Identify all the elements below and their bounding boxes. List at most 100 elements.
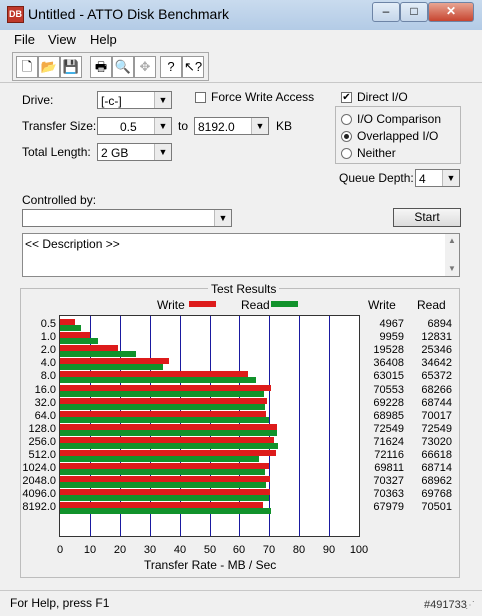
x-tick-label: 20 — [113, 544, 127, 556]
chevron-down-icon: ▼ — [154, 144, 171, 160]
new-icon[interactable]: 🗋 — [16, 56, 38, 78]
column-header-write: Write — [368, 298, 396, 312]
y-category-label: 0.5 — [40, 318, 56, 330]
x-tick-label: 60 — [232, 544, 246, 556]
controlled-by-select[interactable]: ▼ — [22, 209, 232, 227]
legend-read-swatch — [271, 301, 298, 307]
scroll-up-icon[interactable]: ▲ — [448, 236, 456, 245]
x-tick-label: 30 — [143, 544, 157, 556]
read-bar — [60, 469, 265, 476]
read-value: 73020 — [421, 435, 452, 448]
column-header-read: Read — [417, 298, 446, 312]
direct-io-checkbox[interactable]: ✔ — [341, 92, 352, 103]
legend-read-label: Read — [241, 298, 270, 312]
queue-depth-value: 4 — [419, 172, 426, 186]
chevron-down-icon: ▼ — [154, 118, 171, 134]
open-icon[interactable]: 📂 — [38, 56, 60, 78]
overlapped-io-radio[interactable] — [341, 131, 352, 142]
menu-view[interactable]: View — [48, 32, 76, 47]
description-box[interactable]: << Description >> ▲ ▼ — [22, 233, 460, 277]
gridline — [329, 316, 330, 536]
print-icon[interactable]: 🖶 — [90, 56, 112, 78]
read-value: 68714 — [421, 462, 452, 475]
x-tick-label: 100 — [349, 544, 369, 556]
write-value: 63015 — [373, 370, 404, 383]
io-comparison-label: I/O Comparison — [357, 112, 442, 126]
y-category-label: 256.0 — [28, 435, 56, 448]
controlled-by-label: Controlled by: — [22, 193, 97, 207]
move-icon[interactable]: ✥ — [134, 56, 156, 78]
test-results-title: Test Results — [208, 282, 280, 296]
write-value: 4967 — [379, 318, 404, 330]
write-value: 70553 — [373, 383, 404, 396]
io-comparison-radio[interactable] — [341, 114, 352, 125]
menu-help[interactable]: Help — [90, 32, 117, 47]
y-category-label: 16.0 — [34, 383, 56, 396]
write-value: 69811 — [374, 462, 404, 475]
print-preview-icon[interactable]: 🔍 — [112, 56, 134, 78]
read-bar — [60, 442, 278, 449]
window-title: Untitled - ATTO Disk Benchmark — [28, 6, 229, 22]
transfer-to-label: to — [178, 119, 189, 133]
write-value: 67979 — [373, 501, 404, 514]
read-value: 25346 — [421, 344, 452, 357]
gridline — [299, 316, 300, 536]
scroll-down-icon[interactable]: ▼ — [448, 264, 456, 273]
close-button[interactable]: ✕ — [428, 2, 474, 22]
read-value: 68962 — [421, 475, 452, 488]
legend-write-swatch — [189, 301, 216, 307]
title-bar: DB Untitled - ATTO Disk Benchmark – □ ✕ — [0, 0, 482, 31]
x-tick-label: 80 — [292, 544, 306, 556]
write-value: 36408 — [373, 357, 404, 370]
app-icon: DB — [7, 6, 24, 23]
start-button[interactable]: Start — [393, 208, 461, 227]
read-value: 68266 — [421, 383, 452, 396]
read-bar — [60, 390, 264, 397]
read-value: 72549 — [421, 422, 452, 435]
x-tick-label: 10 — [83, 544, 97, 556]
toolbar-divider — [0, 82, 482, 83]
read-value: 12831 — [421, 331, 452, 344]
write-value: 19528 — [373, 344, 404, 357]
read-value: 65372 — [421, 370, 452, 383]
drive-select[interactable]: [-c-] ▼ — [97, 91, 172, 109]
menu-bar: File View Help — [0, 30, 482, 50]
read-bar — [60, 351, 136, 358]
read-value: 6894 — [427, 318, 452, 330]
transfer-from-select[interactable]: 0.5 ▼ — [97, 117, 172, 135]
chevron-down-icon: ▼ — [442, 170, 459, 186]
minimize-button[interactable]: – — [372, 2, 400, 22]
watermark: #491733 — [424, 599, 467, 611]
transfer-to-select[interactable]: 8192.0 ▼ — [194, 117, 269, 135]
read-bar — [60, 482, 266, 489]
transfer-to-value: 8192.0 — [198, 120, 235, 134]
neither-radio[interactable] — [341, 148, 352, 159]
read-bar — [60, 456, 259, 462]
save-icon[interactable]: 💾 — [60, 56, 82, 78]
chevron-down-icon: ▼ — [154, 92, 171, 108]
read-bar — [60, 429, 277, 436]
read-bar — [60, 508, 271, 515]
x-tick-label: 50 — [203, 544, 217, 556]
x-tick-label: 70 — [262, 544, 276, 556]
write-value: 68985 — [373, 409, 404, 422]
io-mode-group: I/O Comparison Overlapped I/O Neither — [335, 106, 461, 164]
read-value: 66618 — [421, 449, 452, 461]
read-value: 70017 — [421, 409, 452, 422]
resize-grip-icon[interactable]: ⋰ — [465, 600, 475, 611]
help-icon[interactable]: ? — [160, 56, 182, 78]
chevron-down-icon: ▼ — [214, 210, 231, 226]
total-length-select[interactable]: 2 GB ▼ — [97, 143, 172, 161]
read-bar — [60, 403, 265, 410]
read-bar — [60, 338, 98, 345]
queue-depth-select[interactable]: 4 ▼ — [415, 169, 460, 187]
y-category-label: 32.0 — [34, 396, 56, 409]
queue-depth-label: Queue Depth: — [339, 171, 414, 185]
force-write-checkbox[interactable] — [195, 92, 206, 103]
maximize-button[interactable]: □ — [400, 2, 428, 22]
menu-file[interactable]: File — [14, 32, 35, 47]
y-category-label: 4096.0 — [22, 488, 56, 501]
context-help-icon[interactable]: ↖? — [182, 56, 204, 78]
description-scrollbar[interactable]: ▲ ▼ — [445, 234, 459, 276]
total-length-value: 2 GB — [101, 146, 129, 160]
